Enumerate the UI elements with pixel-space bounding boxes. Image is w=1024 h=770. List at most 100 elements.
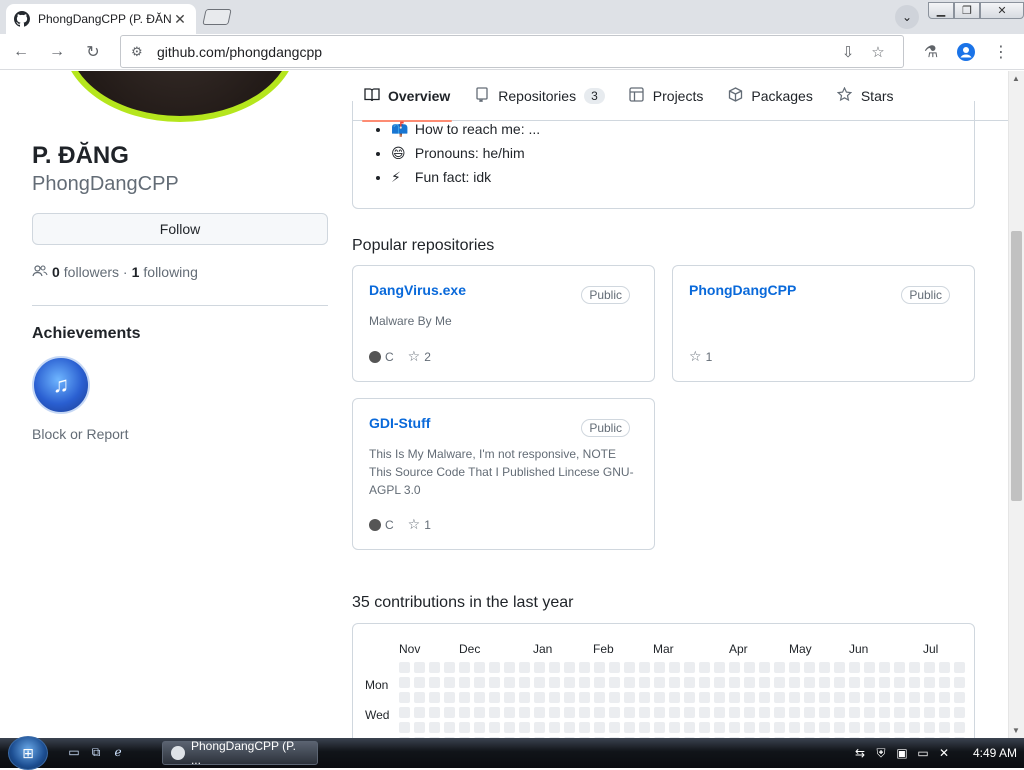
contribution-day-cell[interactable]	[894, 722, 905, 733]
contribution-day-cell[interactable]	[699, 692, 710, 703]
contribution-day-cell[interactable]	[444, 677, 455, 688]
contribution-day-cell[interactable]	[819, 677, 830, 688]
contribution-day-cell[interactable]	[444, 707, 455, 718]
repo-stars[interactable]: 2	[424, 350, 431, 364]
contribution-day-cell[interactable]	[699, 722, 710, 733]
contribution-day-cell[interactable]	[489, 692, 500, 703]
contribution-day-cell[interactable]	[939, 722, 950, 733]
contribution-day-cell[interactable]	[459, 722, 470, 733]
contribution-day-cell[interactable]	[714, 677, 725, 688]
contribution-day-cell[interactable]	[729, 662, 740, 673]
achievement-badge[interactable]: ♫	[32, 356, 90, 414]
bookmark-star-icon[interactable]: ☆	[863, 43, 893, 61]
contribution-day-cell[interactable]	[699, 677, 710, 688]
contribution-day-cell[interactable]	[789, 662, 800, 673]
contribution-day-cell[interactable]	[639, 707, 650, 718]
contribution-day-cell[interactable]	[924, 722, 935, 733]
contribution-day-cell[interactable]	[879, 707, 890, 718]
contribution-day-cell[interactable]	[474, 677, 485, 688]
contribution-day-cell[interactable]	[609, 692, 620, 703]
contribution-day-cell[interactable]	[549, 677, 560, 688]
contribution-day-cell[interactable]	[909, 677, 920, 688]
contribution-day-cell[interactable]	[579, 692, 590, 703]
contribution-day-cell[interactable]	[669, 692, 680, 703]
following-link[interactable]: following	[143, 264, 197, 280]
contribution-day-cell[interactable]	[564, 662, 575, 673]
contribution-day-cell[interactable]	[594, 707, 605, 718]
contribution-day-cell[interactable]	[789, 707, 800, 718]
contribution-day-cell[interactable]	[654, 677, 665, 688]
star-icon[interactable]: ☆	[689, 348, 702, 365]
contribution-day-cell[interactable]	[849, 707, 860, 718]
contribution-day-cell[interactable]	[489, 662, 500, 673]
contribution-day-cell[interactable]	[684, 662, 695, 673]
contribution-day-cell[interactable]	[729, 707, 740, 718]
contribution-day-cell[interactable]	[519, 722, 530, 733]
contribution-day-cell[interactable]	[669, 662, 680, 673]
install-app-icon[interactable]: ⇩	[833, 43, 863, 61]
contribution-day-cell[interactable]	[609, 662, 620, 673]
contribution-day-cell[interactable]	[879, 692, 890, 703]
contribution-day-cell[interactable]	[474, 662, 485, 673]
contribution-day-cell[interactable]	[654, 662, 665, 673]
contribution-day-cell[interactable]	[564, 707, 575, 718]
start-button[interactable]: ⊞	[8, 736, 48, 770]
contribution-day-cell[interactable]	[924, 677, 935, 688]
contribution-day-cell[interactable]	[504, 707, 515, 718]
contribution-day-cell[interactable]	[804, 662, 815, 673]
profile-avatar-icon[interactable]	[953, 40, 979, 64]
contribution-day-cell[interactable]	[774, 662, 785, 673]
contribution-day-cell[interactable]	[894, 692, 905, 703]
contribution-day-cell[interactable]	[774, 677, 785, 688]
contribution-day-cell[interactable]	[534, 692, 545, 703]
show-desktop-icon[interactable]: ▭	[66, 745, 82, 761]
contribution-day-cell[interactable]	[564, 692, 575, 703]
contribution-day-cell[interactable]	[609, 707, 620, 718]
contribution-day-cell[interactable]	[894, 677, 905, 688]
contribution-day-cell[interactable]	[744, 677, 755, 688]
contribution-day-cell[interactable]	[534, 662, 545, 673]
browser-menu-icon[interactable]: ⋮	[988, 40, 1014, 64]
contribution-day-cell[interactable]	[534, 677, 545, 688]
following-count[interactable]: 1	[132, 264, 140, 280]
contribution-day-cell[interactable]	[699, 707, 710, 718]
close-window-icon[interactable]: ✕	[980, 2, 1024, 19]
contribution-day-cell[interactable]	[939, 707, 950, 718]
contribution-day-cell[interactable]	[729, 692, 740, 703]
contribution-day-cell[interactable]	[924, 692, 935, 703]
new-tab-button[interactable]	[202, 9, 232, 25]
star-icon[interactable]: ☆	[408, 516, 421, 533]
display-icon[interactable]: ▭	[915, 746, 931, 760]
contribution-day-cell[interactable]	[684, 677, 695, 688]
contribution-day-cell[interactable]	[579, 722, 590, 733]
contribution-day-cell[interactable]	[549, 692, 560, 703]
contribution-day-cell[interactable]	[564, 722, 575, 733]
contribution-day-cell[interactable]	[429, 662, 440, 673]
contribution-day-cell[interactable]	[564, 677, 575, 688]
scroll-down-icon[interactable]: ▼	[1012, 726, 1020, 735]
contribution-day-cell[interactable]	[864, 722, 875, 733]
contribution-day-cell[interactable]	[909, 662, 920, 673]
contribution-day-cell[interactable]	[954, 662, 965, 673]
contribution-day-cell[interactable]	[624, 707, 635, 718]
contribution-day-cell[interactable]	[624, 677, 635, 688]
contribution-day-cell[interactable]	[939, 692, 950, 703]
internet-explorer-icon[interactable]: ℯ	[110, 745, 126, 761]
contribution-day-cell[interactable]	[639, 662, 650, 673]
contribution-day-cell[interactable]	[549, 707, 560, 718]
page-scrollbar[interactable]: ▲ ▼	[1008, 71, 1024, 738]
contribution-day-cell[interactable]	[639, 722, 650, 733]
contribution-day-cell[interactable]	[669, 707, 680, 718]
windows-update-icon[interactable]: ▣	[894, 746, 910, 760]
contribution-day-cell[interactable]	[789, 722, 800, 733]
contribution-day-cell[interactable]	[459, 662, 470, 673]
contribution-day-cell[interactable]	[594, 662, 605, 673]
contribution-day-cell[interactable]	[714, 722, 725, 733]
contribution-day-cell[interactable]	[549, 662, 560, 673]
contribution-day-cell[interactable]	[459, 692, 470, 703]
contribution-day-cell[interactable]	[684, 707, 695, 718]
system-clock[interactable]: 4:49 AM	[973, 746, 1017, 760]
contribution-day-cell[interactable]	[714, 662, 725, 673]
contribution-day-cell[interactable]	[804, 692, 815, 703]
contribution-day-cell[interactable]	[429, 692, 440, 703]
